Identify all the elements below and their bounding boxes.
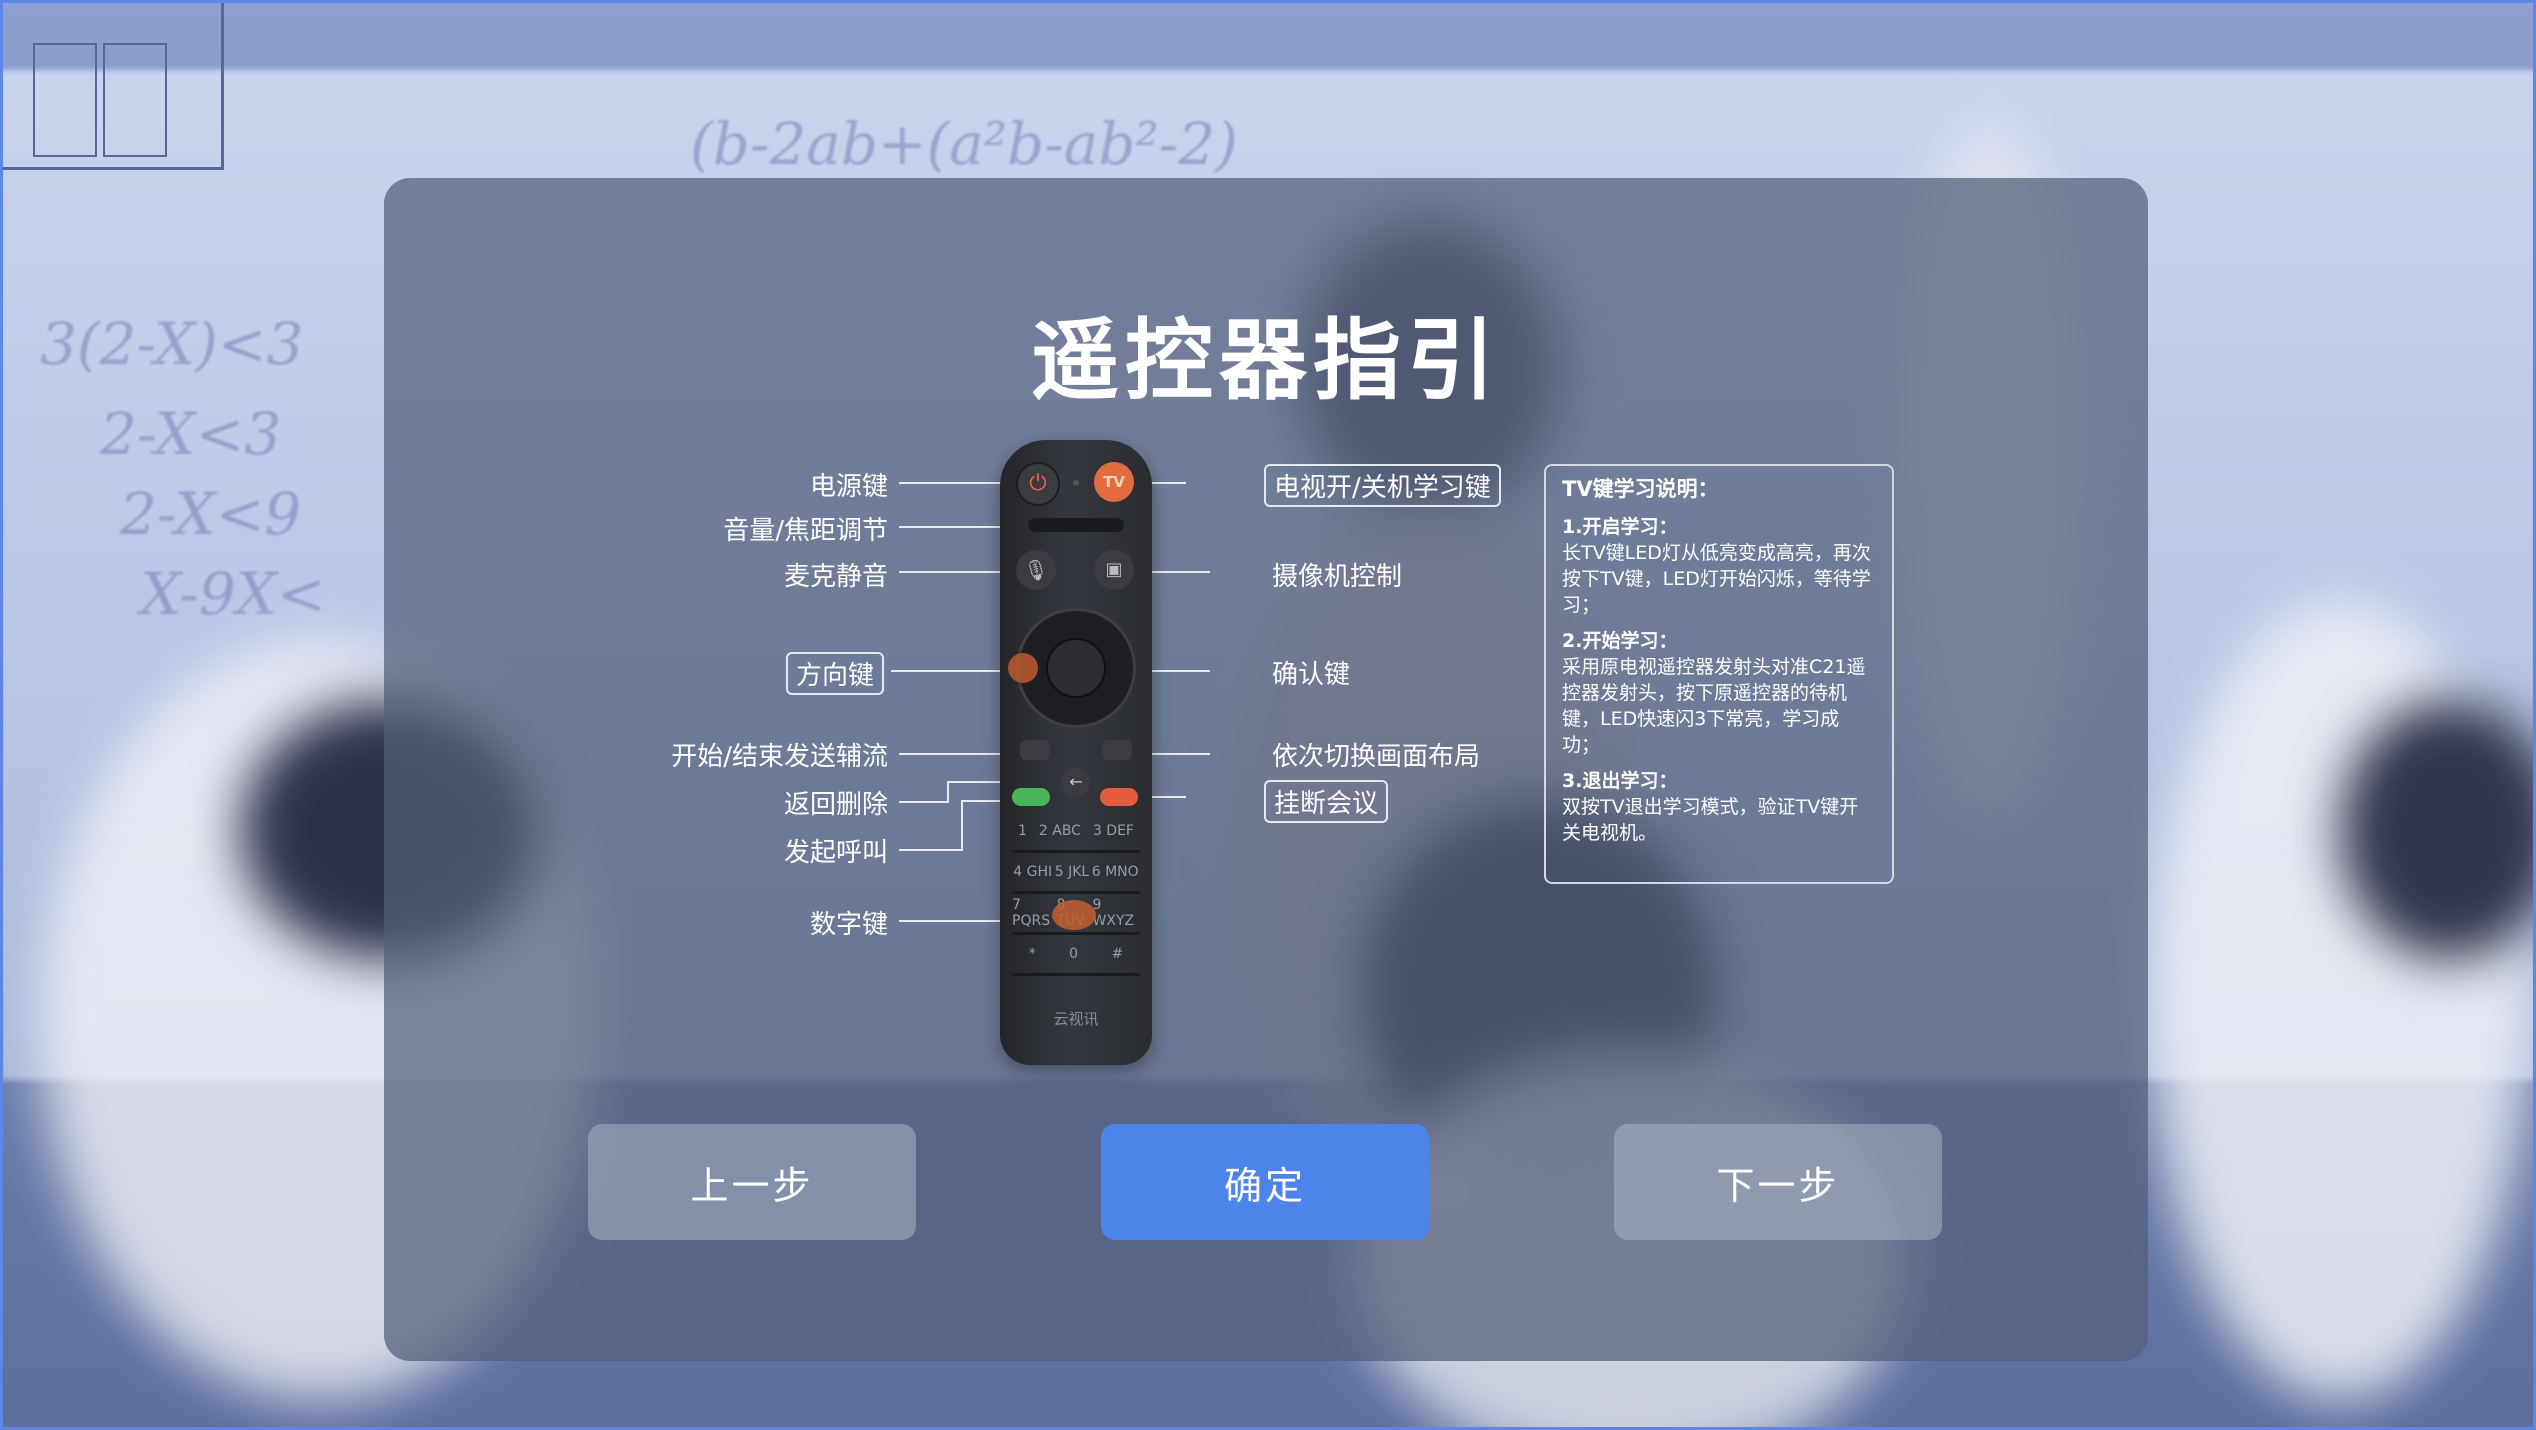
leader-line bbox=[899, 801, 949, 803]
label-layout: 依次切换画面布局 bbox=[1272, 742, 1481, 772]
leader-line bbox=[899, 849, 963, 851]
key-label: 5 JKL bbox=[1054, 864, 1090, 880]
direction-highlight bbox=[1008, 653, 1038, 683]
info-step3-title: 3.退出学习： bbox=[1562, 770, 1678, 792]
tv-learn-instructions: TV键学习说明： 1.开启学习： 长TV键LED灯从低亮变成高亮，再次按下TV键… bbox=[1544, 464, 1894, 884]
number-highlight bbox=[1052, 900, 1096, 930]
board-writing: 3(2-X)<3 bbox=[40, 310, 304, 378]
key-label: # bbox=[1111, 946, 1124, 962]
label-volume: 音量/焦距调节 bbox=[723, 516, 888, 546]
board-writing: 2-X<9 bbox=[120, 480, 302, 548]
share-key bbox=[1020, 740, 1050, 760]
confirm-button[interactable]: 确定 bbox=[1101, 1124, 1429, 1240]
layout-key bbox=[1102, 740, 1132, 760]
label-power: 电源键 bbox=[809, 472, 888, 502]
key-label: 4 GHI bbox=[1013, 864, 1053, 880]
info-step1-title: 1.开启学习： bbox=[1562, 516, 1678, 538]
label-numbers: 数字键 bbox=[809, 910, 888, 940]
number-keypad: 12 ABC3 DEF 4 GHI5 JKL6 MNO 7 PQRS8 TUV9… bbox=[1012, 812, 1140, 976]
window-frame bbox=[0, 0, 224, 170]
label-hangup: 挂断会议 bbox=[1264, 780, 1389, 823]
hangup-key bbox=[1100, 788, 1138, 806]
key-label: * bbox=[1028, 946, 1036, 962]
board-writing: (b-2ab+(a²b-ab²-2) bbox=[690, 110, 1238, 178]
label-back: 返回删除 bbox=[783, 790, 888, 820]
key-label: 9 WXYZ bbox=[1092, 897, 1135, 929]
info-step1-text: 长TV键LED灯从低亮变成高亮，再次按下TV键，LED灯开始闪烁，等待学习； bbox=[1562, 542, 1871, 616]
back-arrow-icon: ← bbox=[1062, 768, 1090, 796]
next-button[interactable]: 下一步 bbox=[1614, 1124, 1942, 1240]
label-call: 发起呼叫 bbox=[783, 838, 888, 868]
brand-logo: 云视讯 bbox=[1053, 1010, 1099, 1028]
key-label: 1 bbox=[1017, 823, 1027, 839]
volume-rocker bbox=[1028, 518, 1124, 532]
label-share: 开始/结束发送辅流 bbox=[671, 742, 888, 772]
info-step2-title: 2.开始学习： bbox=[1562, 630, 1678, 652]
info-step2-text: 采用原电视遥控器发射头对准C21遥控器发射头，按下原遥控器的待机键，LED快速闪… bbox=[1562, 656, 1866, 756]
label-confirm: 确认键 bbox=[1272, 660, 1351, 690]
camera-icon: ▣ bbox=[1094, 550, 1134, 590]
key-label: 3 DEF bbox=[1092, 823, 1134, 839]
leader-line bbox=[947, 781, 949, 803]
prev-button[interactable]: 上一步 bbox=[588, 1124, 916, 1240]
label-direction: 方向键 bbox=[785, 652, 884, 695]
info-step3-text: 双按TV退出学习模式，验证TV键开关电视机。 bbox=[1562, 796, 1859, 844]
board-writing: X-9X< bbox=[140, 560, 326, 628]
key-label: 6 MNO bbox=[1091, 864, 1139, 880]
leader-line bbox=[961, 800, 963, 851]
key-label: 7 PQRS bbox=[1012, 897, 1051, 929]
mic-icon: 🎙 bbox=[1016, 550, 1056, 590]
page-title: 遥控器指引 bbox=[1030, 309, 1501, 412]
info-heading: TV键学习说明： bbox=[1562, 477, 1719, 501]
led-indicator bbox=[1073, 480, 1079, 486]
label-mic-mute: 麦克静音 bbox=[783, 562, 888, 592]
key-label: 0 bbox=[1069, 946, 1079, 962]
leader-line bbox=[899, 482, 1013, 484]
remote-guide-dialog: 遥控器指引 电源键 音量/焦距调节 麦克静音 方向键 开始/结束发送辅流 返回删… bbox=[384, 178, 2148, 1361]
remote-control-image: ⏻ TV 🎙 ▣ ← 1 2 ABC 3 DEF 4 GHI 5 JKL 6 MNO 7… bbox=[1000, 440, 1152, 1065]
power-icon: ⏻ bbox=[1016, 462, 1060, 506]
ok-key bbox=[1046, 638, 1106, 698]
leader-line bbox=[891, 670, 1011, 672]
label-camera: 摄像机控制 bbox=[1272, 562, 1403, 592]
board-writing: 2-X<3 bbox=[100, 400, 282, 468]
leader-line bbox=[899, 571, 1013, 573]
key-label: 2 ABC bbox=[1038, 823, 1081, 839]
label-tv-learn: 电视开/关机学习键 bbox=[1264, 464, 1501, 507]
tv-key-icon: TV bbox=[1094, 462, 1134, 502]
call-key bbox=[1012, 788, 1050, 806]
